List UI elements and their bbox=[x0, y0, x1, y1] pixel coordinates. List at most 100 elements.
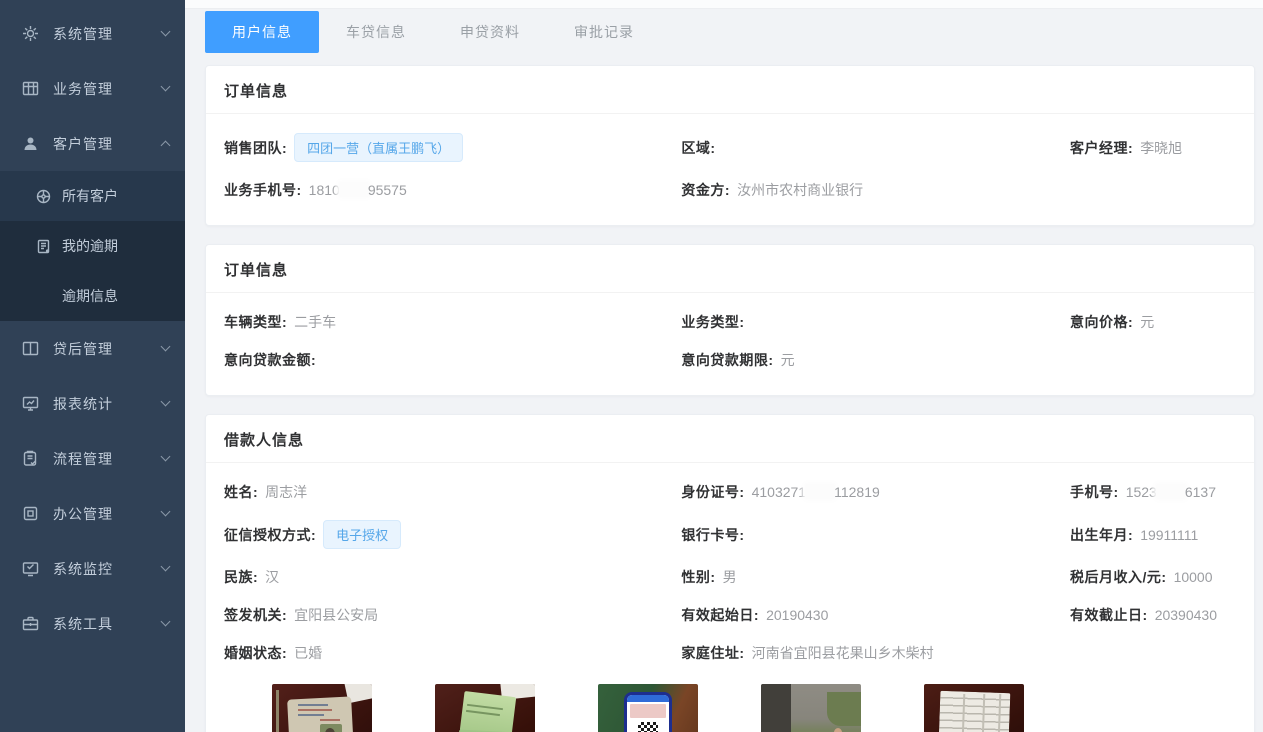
sidebar-item-label: 系统监控 bbox=[53, 559, 162, 579]
top-bar bbox=[185, 0, 1263, 9]
sidebar-item-label: 业务管理 bbox=[53, 79, 162, 99]
chevron-down-icon bbox=[161, 27, 171, 37]
card-title: 借款人信息 bbox=[206, 415, 1254, 463]
chevron-down-icon bbox=[161, 617, 171, 627]
sidebar-item-process-mgmt[interactable]: 流程管理 bbox=[0, 431, 185, 486]
tab-car-loan-info[interactable]: 车贷信息 bbox=[319, 11, 433, 53]
wheel-icon bbox=[36, 188, 52, 204]
qr-code bbox=[638, 722, 658, 732]
sidebar-item-label: 系统管理 bbox=[53, 24, 162, 44]
driving-license-photo-thumbnail[interactable] bbox=[435, 684, 535, 732]
field-name: 姓名:周志洋 bbox=[224, 482, 681, 502]
chevron-down-icon bbox=[161, 507, 171, 517]
main-content: 用户信息 车贷信息 申贷资料 审批记录 订单信息 销售团队:四团一营（直属王鹏飞… bbox=[185, 0, 1263, 732]
credit-auth-qr-photo-thumbnail[interactable] bbox=[598, 684, 698, 732]
sidebar-item-postloan-mgmt[interactable]: 贷后管理 bbox=[0, 321, 185, 376]
sidebar-item-customer-mgmt[interactable]: 客户管理 bbox=[0, 116, 185, 171]
field-business-phone: 业务手机号:181095575 bbox=[224, 180, 681, 200]
sidebar-item-label: 我的逾期 bbox=[62, 236, 118, 256]
other-document-photo-thumbnail[interactable] bbox=[924, 684, 1024, 732]
field-issuing-authority: 签发机关:宜阳县公安局 bbox=[224, 605, 681, 625]
redaction-mask bbox=[1156, 484, 1186, 499]
toolbox-icon bbox=[22, 615, 39, 632]
order-info-card-1: 订单信息 销售团队:四团一营（直属王鹏飞） 区域: 客户经理:李晓旭 业务手机号… bbox=[205, 65, 1255, 226]
sidebar-item-label: 流程管理 bbox=[53, 449, 162, 469]
clipboard-icon bbox=[22, 450, 39, 467]
field-vehicle-type: 车辆类型:二手车 bbox=[224, 312, 681, 332]
sidebar-item-label: 贷后管理 bbox=[53, 339, 162, 359]
credit-auth-tag[interactable]: 电子授权 bbox=[323, 520, 401, 549]
document-icon bbox=[36, 238, 52, 254]
borrower-photos: 本人照 驾驶证照片 bbox=[272, 684, 1236, 732]
photo-item: 本人照 bbox=[272, 684, 372, 732]
chevron-down-icon bbox=[161, 562, 171, 572]
tab-user-info[interactable]: 用户信息 bbox=[205, 11, 319, 53]
person-car-photo-thumbnail[interactable] bbox=[761, 684, 861, 732]
book-icon bbox=[22, 340, 39, 357]
sidebar-item-label: 办公管理 bbox=[53, 504, 162, 524]
field-region: 区域: bbox=[681, 138, 1070, 158]
gear-icon bbox=[22, 25, 39, 42]
tab-loan-application-docs[interactable]: 申贷资料 bbox=[433, 11, 547, 53]
sidebar-item-label: 逾期信息 bbox=[62, 286, 118, 306]
tab-approval-records[interactable]: 审批记录 bbox=[547, 11, 661, 53]
redaction-mask bbox=[805, 484, 835, 499]
photo-item: 驾驶证照片 bbox=[435, 684, 535, 732]
photo-item: 征信授权 bbox=[598, 684, 698, 732]
customer-mgmt-submenu: 所有客户 我的逾期 逾期信息 bbox=[0, 171, 185, 321]
field-intent-loan-term: 意向贷款期限:元 bbox=[681, 350, 1070, 370]
sidebar-item-label: 客户管理 bbox=[53, 134, 162, 154]
field-account-manager: 客户经理:李晓旭 bbox=[1070, 138, 1236, 158]
chevron-down-icon bbox=[161, 342, 171, 352]
field-valid-to: 有效截止日:20390430 bbox=[1070, 605, 1236, 625]
field-monthly-income: 税后月收入/元:10000 bbox=[1070, 567, 1236, 587]
monitor-icon bbox=[22, 395, 39, 412]
id-card-photo-thumbnail[interactable] bbox=[272, 684, 372, 732]
sidebar: 系统管理 业务管理 客户管理 所有客户 我的逾期 逾期信息 bbox=[0, 0, 185, 732]
field-sales-team: 销售团队:四团一营（直属王鹏飞） bbox=[224, 133, 681, 162]
photo-item: 人车照 bbox=[761, 684, 861, 732]
field-credit-auth-method: 征信授权方式:电子授权 bbox=[224, 520, 681, 549]
sidebar-item-overdue-info[interactable]: 逾期信息 bbox=[0, 271, 185, 321]
card-title: 订单信息 bbox=[206, 66, 1254, 114]
borrower-info-card: 借款人信息 姓名:周志洋 身份证号:4103271112819 手机号:1523… bbox=[205, 414, 1255, 732]
field-id-number: 身份证号:4103271112819 bbox=[681, 482, 1070, 502]
sidebar-item-business-mgmt[interactable]: 业务管理 bbox=[0, 61, 185, 116]
field-ethnicity: 民族:汉 bbox=[224, 567, 681, 587]
redaction-mask bbox=[339, 182, 369, 197]
field-mobile: 手机号:15236137 bbox=[1070, 482, 1236, 502]
field-birth-date: 出生年月:19911111 bbox=[1070, 525, 1236, 545]
field-marital-status: 婚姻状态:已婚 bbox=[224, 643, 681, 663]
detail-tabs: 用户信息 车贷信息 申贷资料 审批记录 bbox=[205, 11, 1255, 53]
sidebar-item-system-mgmt[interactable]: 系统管理 bbox=[0, 6, 185, 61]
chevron-down-icon bbox=[161, 452, 171, 462]
order-info-card-2: 订单信息 车辆类型:二手车 业务类型: 意向价格:元 意向贷款金额: 意向贷款期… bbox=[205, 244, 1255, 396]
field-intent-price: 意向价格:元 bbox=[1070, 312, 1236, 332]
field-valid-from: 有效起始日:20190430 bbox=[681, 605, 1070, 625]
field-business-type: 业务类型: bbox=[681, 312, 1070, 332]
field-gender: 性别:男 bbox=[681, 567, 1070, 587]
sidebar-item-system-monitor[interactable]: 系统监控 bbox=[0, 541, 185, 596]
field-home-address: 家庭住址:河南省宜阳县花果山乡木柴村 bbox=[681, 643, 1070, 663]
photo-item: 其他资料 bbox=[924, 684, 1024, 732]
sidebar-item-all-customers[interactable]: 所有客户 bbox=[0, 171, 185, 221]
sidebar-item-report-stats[interactable]: 报表统计 bbox=[0, 376, 185, 431]
sidebar-item-office-mgmt[interactable]: 办公管理 bbox=[0, 486, 185, 541]
table-icon bbox=[22, 80, 39, 97]
sidebar-item-label: 所有客户 bbox=[62, 186, 118, 206]
monitor-check-icon bbox=[22, 560, 39, 577]
sidebar-item-my-overdue[interactable]: 我的逾期 bbox=[0, 221, 185, 271]
sales-team-tag[interactable]: 四团一营（直属王鹏飞） bbox=[294, 133, 463, 162]
field-funder: 资金方:汝州市农村商业银行 bbox=[681, 180, 1070, 200]
field-bank-card: 银行卡号: bbox=[681, 525, 1070, 545]
chevron-down-icon bbox=[161, 397, 171, 407]
sidebar-item-system-tools[interactable]: 系统工具 bbox=[0, 596, 185, 651]
sidebar-item-label: 报表统计 bbox=[53, 394, 162, 414]
chevron-down-icon bbox=[161, 82, 171, 92]
square-icon bbox=[22, 505, 39, 522]
user-icon bbox=[22, 135, 39, 152]
sidebar-item-label: 系统工具 bbox=[53, 614, 162, 634]
field-intent-loan-amount: 意向贷款金额: bbox=[224, 350, 681, 370]
card-title: 订单信息 bbox=[206, 245, 1254, 293]
chevron-up-icon bbox=[161, 141, 171, 151]
